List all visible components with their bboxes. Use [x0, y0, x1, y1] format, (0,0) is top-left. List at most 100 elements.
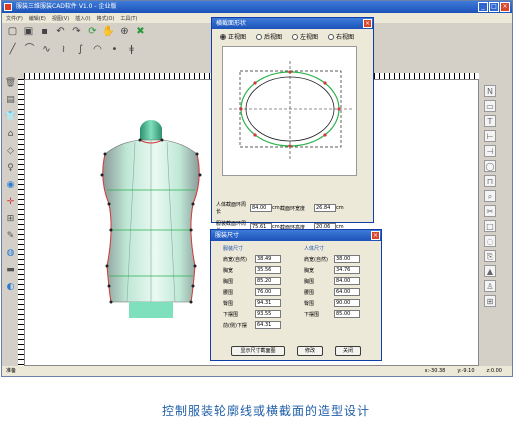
pan-hand-icon[interactable]: ✋ [102, 25, 115, 38]
undo-icon[interactable]: ↶ [54, 25, 67, 38]
size-value[interactable]: 85.20 [255, 277, 281, 285]
close-dialog-button[interactable]: 关闭 [335, 346, 361, 356]
brush-icon[interactable]: ✎ [4, 230, 17, 243]
size-value[interactable]: 64.31 [255, 321, 281, 329]
dimension-v-icon[interactable]: ⊢ [484, 130, 496, 142]
size-label: 下摆围 [304, 311, 320, 318]
close-window-button[interactable]: × [500, 2, 510, 12]
line-tool-icon[interactable]: ╱ [6, 43, 19, 56]
layers-icon[interactable]: ▤ [4, 94, 17, 107]
size-value[interactable]: 64.00 [334, 288, 360, 296]
size-value[interactable]: 93.55 [255, 310, 281, 318]
radio-back-view[interactable]: 后视图 [256, 32, 282, 41]
width-label: 截面环宽度 [280, 205, 306, 212]
status-text: 准备 [6, 368, 17, 374]
menu-format[interactable]: 格式(O) [97, 15, 115, 22]
sleeve-icon[interactable]: ⌂ [4, 128, 17, 141]
frame-icon[interactable]: ⊓ [484, 175, 496, 187]
menu-edit[interactable]: 编辑(E) [29, 15, 46, 22]
status-z: z:0.00 [486, 368, 502, 374]
size-value[interactable]: 90.00 [334, 299, 360, 307]
shirt-icon[interactable]: 👕 [4, 111, 17, 124]
size-value[interactable]: 84.00 [334, 277, 360, 285]
export-page-icon[interactable]: ⎘ [484, 250, 496, 262]
body-girth-value[interactable]: 84.00 [250, 204, 272, 212]
size-value[interactable]: 76.00 [255, 288, 281, 296]
size-label: 臀围 [304, 300, 315, 307]
spline-tool-icon[interactable]: ∫ [74, 43, 87, 56]
body-icon[interactable]: ♀ [4, 162, 17, 175]
right-tool-palette: N ▭ T ⊢ ⊣ ◯ ⊓ ⌕ ✂ □ ◌ ⎘ ▲ ♙ ⊞ [484, 85, 498, 365]
minimize-button[interactable]: _ [478, 2, 488, 12]
view-radio-group: 正视图 后视图 左视图 右视图 [220, 32, 354, 41]
polyline-tool-icon[interactable]: ⌒ [23, 43, 36, 56]
size-label: 腰围 [223, 289, 234, 296]
lasso-icon[interactable]: ◌ [484, 235, 496, 247]
radio-right-view[interactable]: 右视图 [328, 32, 354, 41]
grid-icon[interactable]: ⊞ [4, 213, 17, 226]
circle-icon[interactable]: ◯ [484, 160, 496, 172]
size-value[interactable]: 38.49 [255, 255, 281, 263]
size-row: 腰围 76.00 [223, 288, 299, 296]
text-tool-icon[interactable]: ǂ [125, 43, 138, 56]
close-icon[interactable]: × [363, 19, 372, 28]
width-value[interactable]: 26.84 [314, 204, 336, 212]
panel-icon[interactable]: ▬ [4, 264, 17, 277]
size-label: 臀围 [223, 300, 234, 307]
status-x: x:-30.38 [424, 368, 446, 374]
cross-section-drawing [229, 61, 352, 159]
arc-tool-icon[interactable]: ◠ [91, 43, 104, 56]
size-row: 前(侧)下摆 64.31 [223, 321, 299, 329]
trash-icon[interactable]: 🗑 [4, 77, 17, 90]
color-icon[interactable]: ◍ [4, 247, 17, 260]
figure-caption: 控制服装轮廓线或横截面的造型设计 [161, 404, 370, 418]
body-size-title: 人体尺寸 [304, 246, 325, 252]
size-value[interactable]: 85.00 [334, 310, 360, 318]
section-dialog: 横截面形状 × 正视图 后视图 左视图 右视图 人体截面环周长 84.00 cm… [211, 17, 374, 234]
dimension-h-icon[interactable]: ⊣ [484, 145, 496, 157]
collar-icon[interactable]: ◇ [4, 145, 17, 158]
size-row: 肩宽(自然) 38.49 [223, 255, 299, 263]
show-section-button[interactable]: 显示尺寸截面图 [231, 346, 285, 356]
node-icon[interactable]: N [484, 85, 496, 97]
radio-left-view[interactable]: 左视图 [292, 32, 318, 41]
box-icon[interactable]: □ [484, 220, 496, 232]
curve-tool-icon[interactable]: ∿ [40, 43, 53, 56]
rectangle-icon[interactable]: ▭ [484, 100, 496, 112]
fabric-icon[interactable]: ◉ [4, 179, 17, 192]
size-label: 胸围 [304, 278, 315, 285]
maximize-button[interactable]: □ [489, 2, 499, 12]
close-icon[interactable]: × [371, 231, 380, 240]
save-icon[interactable]: ▪ [38, 25, 51, 38]
zoom-area-icon[interactable]: ⌕ [484, 190, 496, 202]
open-folder-icon[interactable]: ▣ [22, 25, 35, 38]
person-icon[interactable]: ♙ [484, 280, 496, 292]
size-label: 下摆围 [223, 311, 239, 318]
radio-on-icon [220, 33, 226, 40]
table-icon[interactable]: ⊞ [484, 295, 496, 307]
redo-icon[interactable]: ↷ [70, 25, 83, 38]
zoom-icon[interactable]: ⊕ [118, 25, 131, 38]
fit-view-icon[interactable]: ✖ [134, 25, 147, 38]
radio-front-view[interactable]: 正视图 [220, 32, 246, 41]
width-unit: cm [336, 205, 344, 211]
text-icon[interactable]: T [484, 115, 496, 127]
up-icon[interactable]: ▲ [484, 265, 496, 277]
menu-insert[interactable]: 插入(I) [75, 15, 90, 22]
new-file-icon[interactable]: ▢ [6, 25, 19, 38]
point-tool-icon[interactable]: • [108, 43, 121, 56]
measure-icon[interactable]: ✛ [4, 196, 17, 209]
size-value[interactable]: 35.56 [255, 266, 281, 274]
size-value[interactable]: 34.76 [334, 266, 360, 274]
cut-icon[interactable]: ✂ [484, 205, 496, 217]
menu-file[interactable]: 文件(F) [6, 15, 23, 22]
menu-view[interactable]: 视图(V) [52, 15, 69, 22]
size-value[interactable]: 94.31 [255, 299, 281, 307]
modify-button[interactable]: 修改 [297, 346, 323, 356]
menu-tools[interactable]: 工具(T) [120, 15, 137, 22]
size-value[interactable]: 38.00 [334, 255, 360, 263]
bezier-tool-icon[interactable]: ≀ [57, 43, 70, 56]
export-icon[interactable]: ◐ [4, 281, 17, 294]
section-preview[interactable] [222, 46, 357, 176]
rotate-icon[interactable]: ⟳ [86, 25, 99, 38]
